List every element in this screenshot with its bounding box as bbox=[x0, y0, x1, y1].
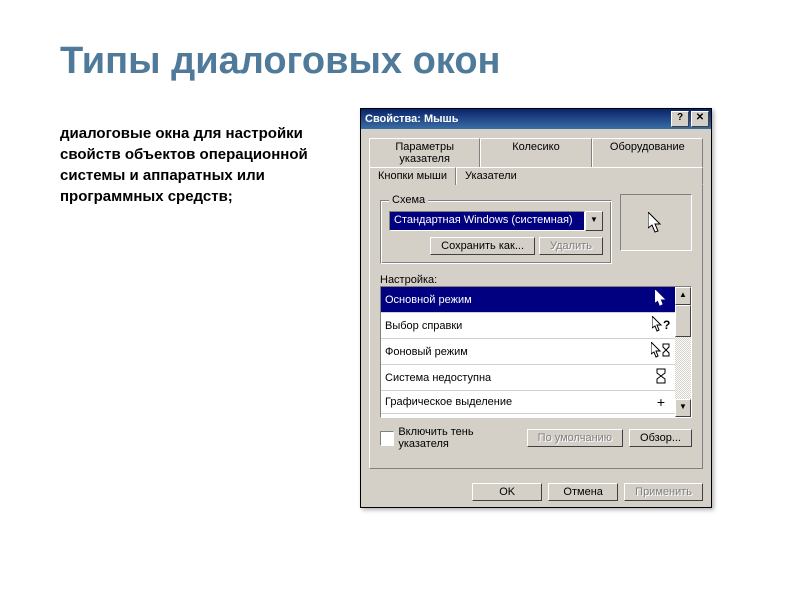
scrollbar[interactable]: ▲ ▼ bbox=[675, 287, 691, 417]
list-item[interactable]: Выбор справки ? bbox=[381, 313, 675, 339]
slide-description: диалоговые окна для настройки свойств об… bbox=[60, 123, 340, 207]
tab-buttons[interactable]: Кнопки мыши bbox=[369, 167, 456, 185]
dropdown-arrow-icon[interactable]: ▼ bbox=[585, 211, 603, 231]
apply-button: Применить bbox=[624, 483, 703, 501]
scheme-group-title: Схема bbox=[389, 194, 428, 206]
tab-pointer-params[interactable]: Параметры указателя bbox=[369, 138, 480, 167]
tab-panel: Схема Стандартная Windows (системная) ▼ … bbox=[369, 183, 703, 469]
default-button: По умолчанию bbox=[527, 429, 623, 447]
list-item-label: Графическое выделение bbox=[385, 396, 651, 408]
save-as-button[interactable]: Сохранить как... bbox=[430, 237, 535, 255]
arrow-cursor-icon bbox=[651, 290, 671, 309]
slide-title: Типы диалоговых окон bbox=[60, 40, 740, 83]
help-button[interactable]: ? bbox=[671, 111, 689, 127]
scroll-thumb[interactable] bbox=[675, 305, 691, 337]
list-item-label: Система недоступна bbox=[385, 372, 651, 384]
shadow-checkbox[interactable] bbox=[380, 431, 394, 446]
customize-label: Настройка: bbox=[380, 274, 692, 286]
list-item[interactable]: Основной режим bbox=[381, 287, 675, 313]
ok-button[interactable]: OK bbox=[472, 483, 542, 501]
scheme-dropdown[interactable]: Стандартная Windows (системная) ▼ bbox=[389, 211, 603, 231]
scroll-track[interactable] bbox=[675, 337, 691, 399]
dialog-window: Свойства: Мышь ? ✕ Параметры указателя К… bbox=[360, 108, 712, 508]
list-item-label: Основной режим bbox=[385, 294, 651, 306]
window-title: Свойства: Мышь bbox=[365, 113, 669, 125]
tab-hardware[interactable]: Оборудование bbox=[592, 138, 703, 167]
scheme-selected: Стандартная Windows (системная) bbox=[389, 211, 585, 231]
tab-wheel[interactable]: Колесико bbox=[480, 138, 591, 167]
list-item[interactable]: Графическое выделение + bbox=[381, 391, 675, 414]
close-button[interactable]: ✕ bbox=[691, 111, 709, 127]
busy-cursor-icon bbox=[651, 368, 671, 387]
tab-pointers[interactable]: Указатели bbox=[456, 167, 703, 185]
scroll-up-icon[interactable]: ▲ bbox=[675, 287, 691, 305]
list-item-label: Фоновый режим bbox=[385, 346, 651, 358]
titlebar[interactable]: Свойства: Мышь ? ✕ bbox=[361, 109, 711, 129]
scroll-down-icon[interactable]: ▼ bbox=[675, 399, 691, 417]
shadow-checkbox-label: Включить тень указателя bbox=[398, 426, 520, 450]
cross-cursor-icon: + bbox=[651, 394, 671, 410]
list-item[interactable]: Фоновый режим bbox=[381, 339, 675, 365]
arrow-cursor-icon bbox=[648, 212, 664, 234]
browse-button[interactable]: Обзор... bbox=[629, 429, 692, 447]
cursor-preview bbox=[620, 194, 692, 251]
busy-bg-cursor-icon bbox=[651, 342, 671, 361]
scheme-group: Схема Стандартная Windows (системная) ▼ … bbox=[380, 200, 612, 264]
delete-button: Удалить bbox=[539, 237, 603, 255]
cursor-listbox[interactable]: Основной режим Выбор справки ? Фоновый р… bbox=[380, 286, 692, 418]
cancel-button[interactable]: Отмена bbox=[548, 483, 618, 501]
list-item[interactable]: Система недоступна bbox=[381, 365, 675, 391]
help-cursor-icon: ? bbox=[651, 316, 671, 335]
svg-text:?: ? bbox=[663, 318, 670, 332]
list-item-label: Выбор справки bbox=[385, 320, 651, 332]
